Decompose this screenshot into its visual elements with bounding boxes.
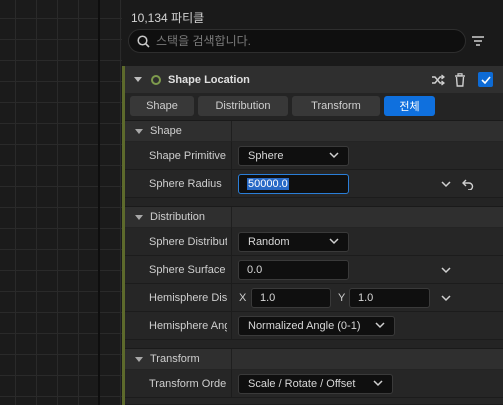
dropdown-value: Sphere	[248, 150, 284, 162]
chevron-down-icon[interactable]	[441, 267, 451, 274]
property-label: Sphere Distribution	[149, 236, 227, 248]
sphere-radius-input[interactable]: 50000.0	[238, 174, 349, 194]
search-box[interactable]	[128, 29, 466, 53]
row-shape-primitive: Shape Primitive Sphere	[125, 142, 503, 170]
module-title: Shape Location	[168, 73, 250, 86]
section-shape[interactable]: Shape	[125, 120, 503, 142]
row-transform-order: Transform Order Scale / Rotate / Offset	[125, 370, 503, 398]
chevron-down-icon	[329, 152, 339, 159]
chevron-down-icon[interactable]	[441, 181, 451, 188]
section-label: Transform	[150, 353, 200, 365]
chevron-down-icon[interactable]	[441, 295, 451, 302]
collapse-caret-icon[interactable]	[134, 77, 142, 82]
section-caret-icon[interactable]	[135, 214, 143, 220]
input-value: 50000.0	[247, 178, 289, 190]
chevron-down-icon	[329, 238, 339, 245]
property-label: Hemisphere Distribution	[149, 292, 227, 304]
sphere-surface-input[interactable]: 0.0	[238, 260, 349, 280]
section-caret-icon[interactable]	[135, 128, 143, 134]
tab-all[interactable]: 전체	[384, 96, 435, 116]
section-label: Distribution	[150, 211, 206, 223]
row-sphere-distribution: Sphere Distribution Random	[125, 228, 503, 256]
property-label: Hemisphere Angle	[149, 320, 227, 332]
row-hemisphere-angle: Hemisphere Angle Normalized Angle (0-1)	[125, 312, 503, 340]
hemisphere-y-input[interactable]: 1.0	[349, 288, 430, 308]
row-hemisphere-distribution: Hemisphere Distribution X 1.0 Y 1.0	[125, 284, 503, 312]
module-status-icon	[151, 74, 161, 85]
chevron-down-icon	[375, 322, 385, 329]
tab-transform[interactable]: Transform	[292, 96, 380, 116]
module-body: Shape Location Shape Distribution Transf…	[122, 66, 503, 405]
module-accent-bar	[122, 66, 125, 405]
section-transform[interactable]: Transform	[125, 348, 503, 370]
search-input[interactable]	[156, 34, 446, 48]
chevron-down-icon	[373, 380, 383, 387]
shuffle-icon[interactable]	[430, 72, 446, 88]
y-axis-label: Y	[338, 292, 346, 304]
stack-details-panel: 10,134 파티클 Shape Location	[122, 0, 503, 405]
dropdown-value: Normalized Angle (0-1)	[248, 320, 361, 332]
trash-icon[interactable]	[452, 72, 468, 88]
property-label: Shape Primitive	[149, 150, 227, 162]
particle-count: 10,134 파티클	[131, 11, 205, 25]
property-label: Transform Order	[149, 378, 227, 390]
row-partial	[125, 398, 503, 405]
section-distribution[interactable]: Distribution	[125, 206, 503, 228]
grid-divider	[98, 0, 100, 405]
module-header[interactable]: Shape Location	[125, 66, 503, 93]
dropdown-value: Random	[248, 236, 290, 248]
tab-distribution[interactable]: Distribution	[198, 96, 288, 116]
hemisphere-angle-dropdown[interactable]: Normalized Angle (0-1)	[238, 316, 395, 336]
checkmark-icon	[480, 75, 491, 84]
section-caret-icon[interactable]	[135, 356, 143, 362]
row-sphere-surface: Sphere Surface 0.0	[125, 256, 503, 284]
sphere-distribution-dropdown[interactable]: Random	[238, 232, 349, 252]
graph-viewport[interactable]	[0, 0, 122, 405]
row-sphere-radius: Sphere Radius 50000.0	[125, 170, 503, 198]
transform-order-dropdown[interactable]: Scale / Rotate / Offset	[238, 374, 393, 394]
input-value: 0.0	[247, 264, 263, 276]
input-value: 1.0	[358, 292, 374, 304]
module-tabs: Shape Distribution Transform 전체	[130, 96, 435, 116]
shape-primitive-dropdown[interactable]: Sphere	[238, 146, 349, 166]
hemisphere-x-input[interactable]: 1.0	[251, 288, 331, 308]
reset-arrow-icon[interactable]	[462, 179, 474, 190]
panel-header: 10,134 파티클	[122, 0, 503, 62]
x-axis-label: X	[239, 292, 247, 304]
filter-icon[interactable]	[470, 33, 486, 49]
module-enabled-checkbox[interactable]	[478, 72, 493, 87]
property-label: Sphere Surface	[149, 264, 226, 276]
input-value: 1.0	[260, 292, 276, 304]
tab-shape[interactable]: Shape	[130, 96, 194, 116]
dropdown-value: Scale / Rotate / Offset	[248, 378, 356, 390]
property-label: Sphere Radius	[149, 178, 222, 190]
section-label: Shape	[150, 125, 182, 137]
search-icon	[137, 34, 150, 48]
